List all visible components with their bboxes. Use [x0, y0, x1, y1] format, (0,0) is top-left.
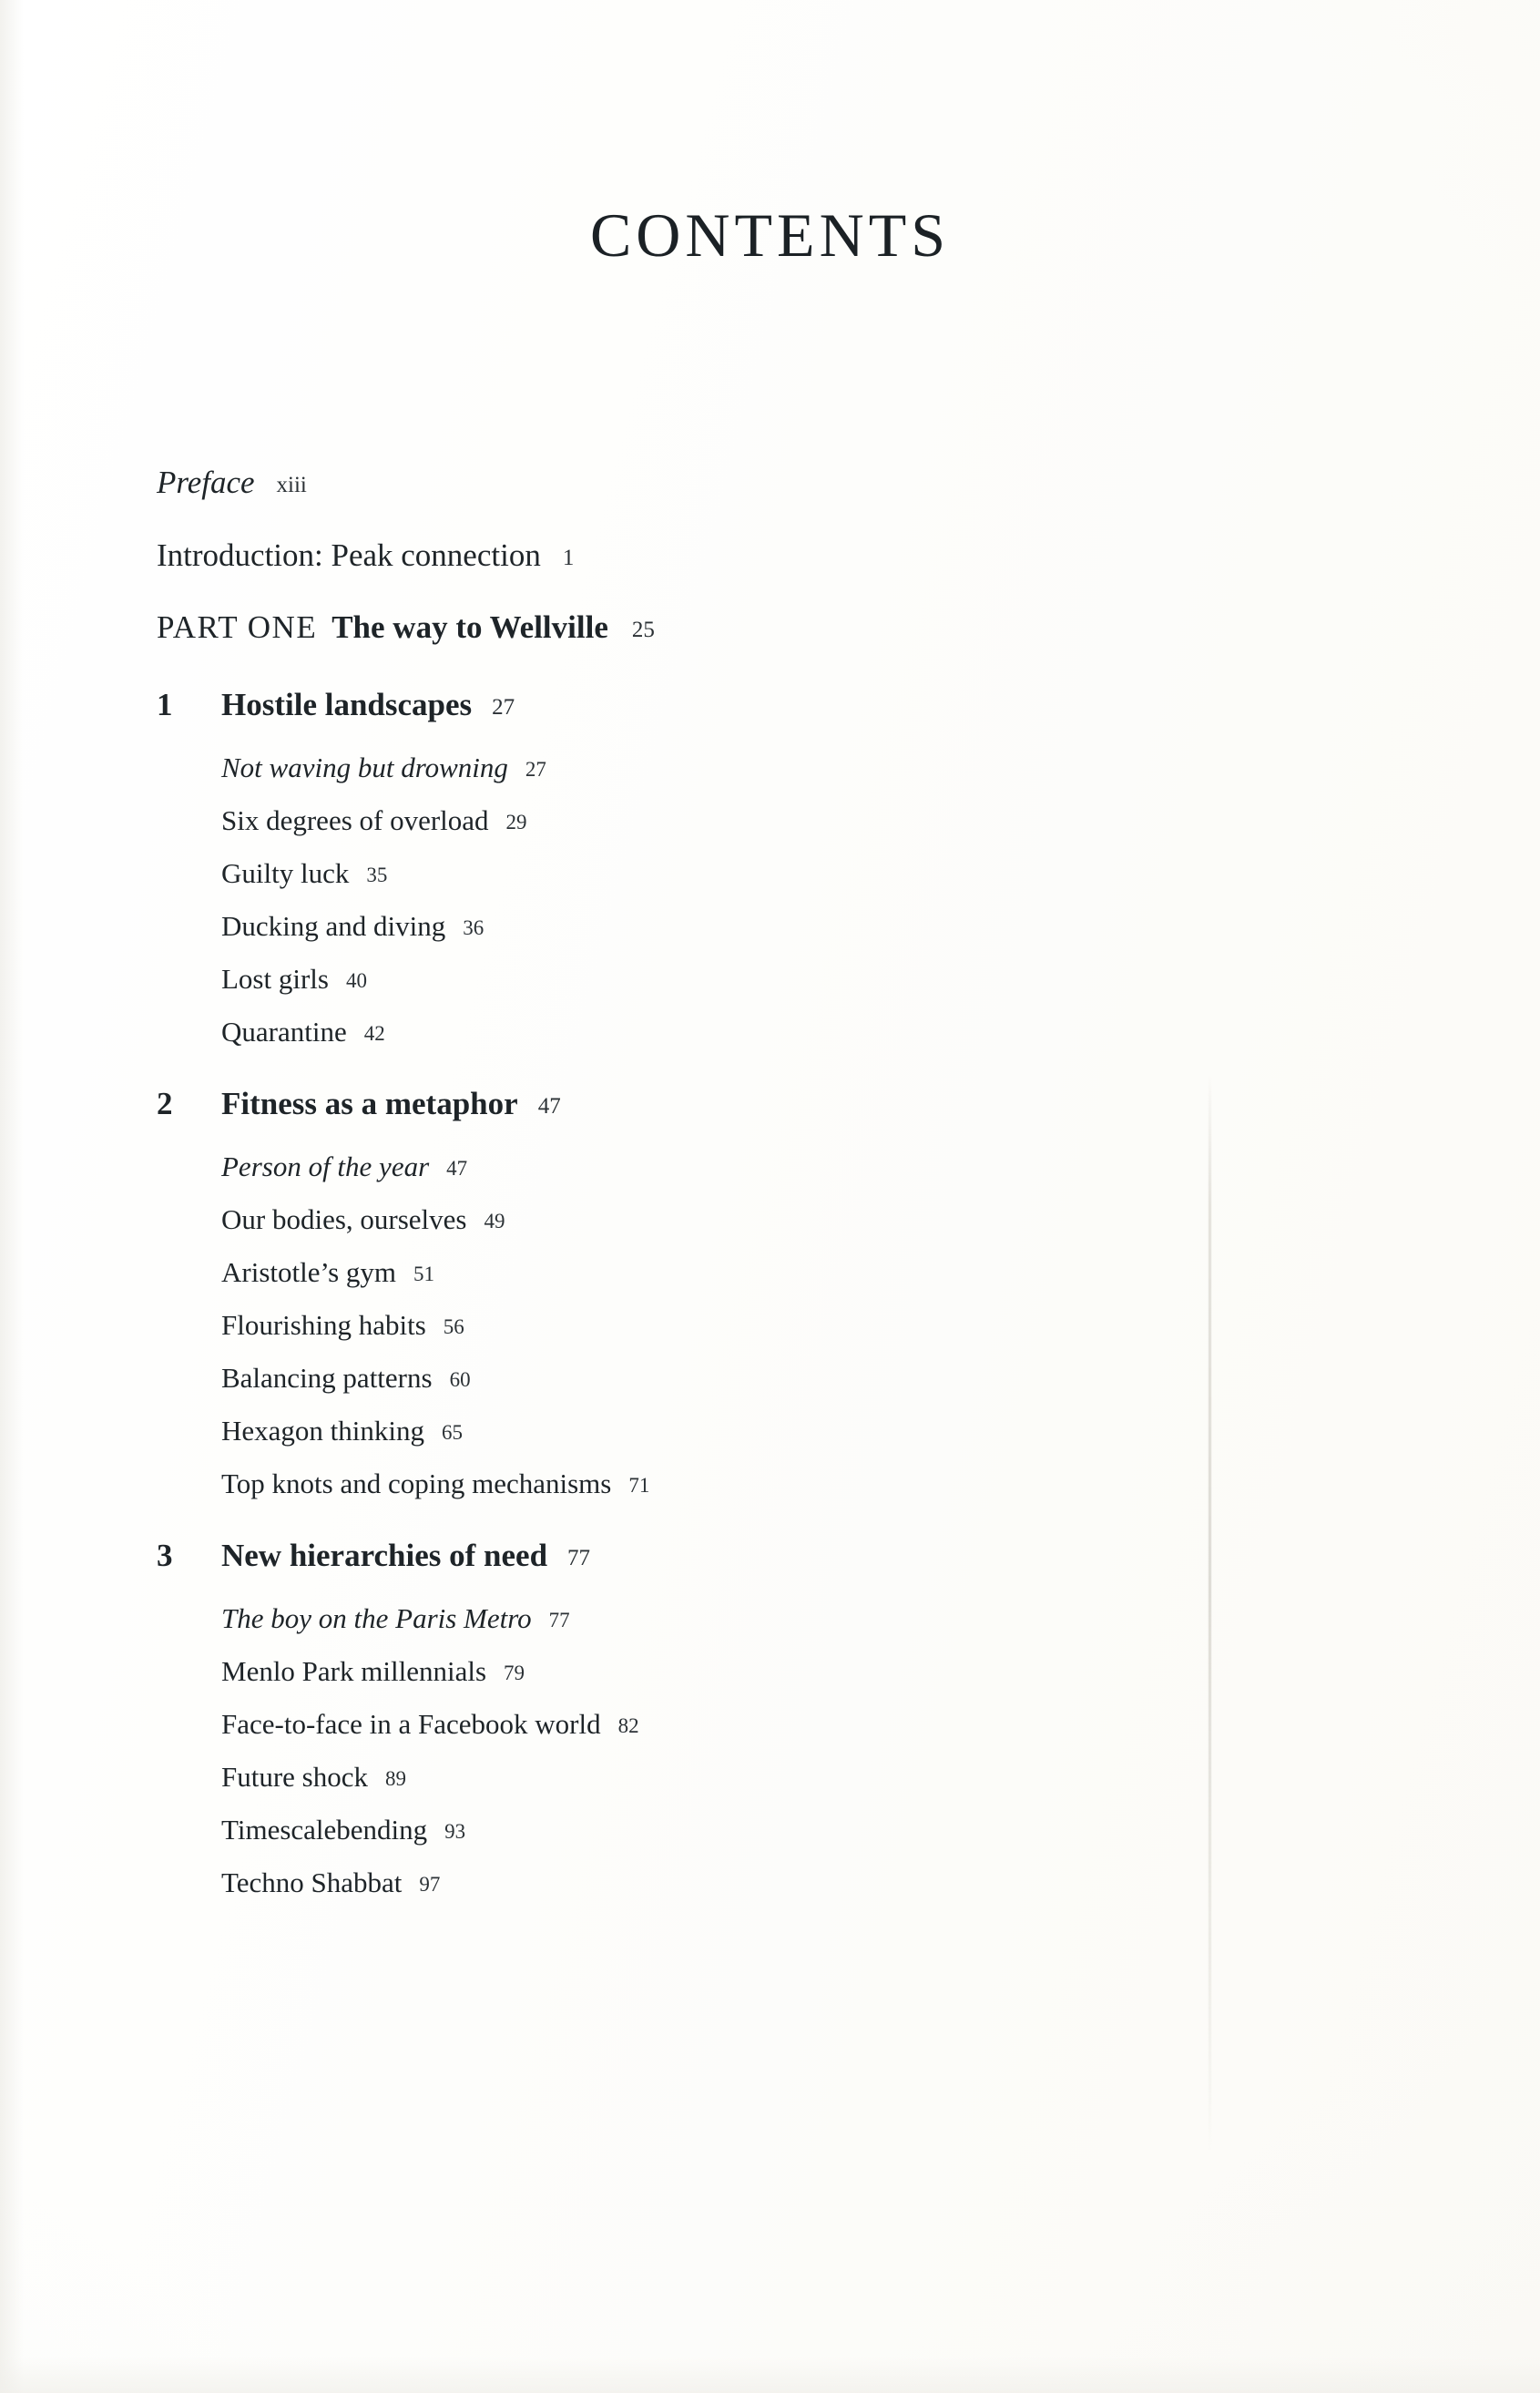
section-page-number: 27 — [525, 758, 546, 781]
section-entry[interactable]: Face-to-face in a Facebook world 82 — [221, 1710, 1377, 1738]
section-entry[interactable]: Hexagon thinking 65 — [221, 1416, 1377, 1445]
section-label: Person of the year — [221, 1150, 430, 1182]
chapter-title: New hierarchies of need — [221, 1538, 548, 1573]
section-page-number: 42 — [363, 1022, 385, 1045]
section-entry[interactable]: Quarantine 42 — [221, 1018, 1377, 1046]
part-label: PART ONE — [157, 609, 318, 645]
section-page-number: 29 — [505, 811, 527, 833]
section-label: Future shock — [221, 1761, 369, 1793]
section-list: Not waving but drowning 27 Six degrees of … — [157, 753, 1377, 1046]
section-label: Our bodies, ourselves — [221, 1203, 467, 1235]
section-label: Timescalebending — [221, 1814, 428, 1846]
section-label: Guilty luck — [221, 857, 350, 889]
chapter-title: Fitness as a metaphor — [221, 1086, 518, 1121]
chapter-number: 1 — [157, 687, 173, 722]
section-entry[interactable]: Flourishing habits 56 — [221, 1311, 1377, 1339]
chapter-page-number: 77 — [567, 1546, 591, 1570]
section-label: Hexagon thinking — [221, 1415, 424, 1447]
section-label: Aristotle’s gym — [221, 1256, 397, 1288]
section-page-number: 97 — [419, 1873, 441, 1896]
front-matter-entry[interactable]: Introduction: Peak connection 1 — [157, 539, 1377, 571]
section-entry[interactable]: Guilty luck 35 — [221, 859, 1377, 887]
section-page-number: 79 — [504, 1662, 525, 1684]
section-page-number: 82 — [617, 1714, 639, 1737]
front-matter-list: Preface xiii Introduction: Peak connection… — [157, 466, 1377, 571]
section-page-number: 60 — [449, 1368, 471, 1391]
section-entry[interactable]: Future shock 89 — [221, 1763, 1377, 1791]
chapter-entry[interactable]: 2 Fitness as a metaphor 47 — [157, 1088, 1377, 1120]
front-matter-label: Introduction: Peak connection — [157, 537, 541, 573]
chapter-page-number: 27 — [492, 695, 515, 720]
section-entry[interactable]: Balancing patterns 60 — [221, 1364, 1377, 1392]
section-page-number: 36 — [463, 916, 484, 939]
section-entry[interactable]: The boy on the Paris Metro 77 — [221, 1604, 1377, 1632]
section-label: Balancing patterns — [221, 1362, 433, 1394]
section-entry[interactable]: Timescalebending 93 — [221, 1815, 1377, 1844]
section-page-number: 89 — [385, 1767, 407, 1790]
section-label: Not waving but drowning — [221, 752, 508, 783]
chapter-entry[interactable]: 1 Hostile landscapes 27 — [157, 689, 1377, 721]
chapter-entry[interactable]: 3 New hierarchies of need 77 — [157, 1539, 1377, 1571]
part-title: The way to Wellville — [331, 609, 608, 645]
section-entry[interactable]: Lost girls 40 — [221, 965, 1377, 993]
section-label: Lost girls — [221, 963, 329, 995]
section-label: The boy on the Paris Metro — [221, 1602, 532, 1634]
page-title: CONTENTS — [589, 199, 951, 270]
section-page-number: 47 — [446, 1157, 468, 1180]
front-matter-label: Preface — [157, 465, 255, 500]
part-page-number: 25 — [631, 618, 655, 642]
section-entry[interactable]: Menlo Park millennials 79 — [221, 1657, 1377, 1685]
chapter-group: 3 New hierarchies of need 77 The boy on the… — [157, 1539, 1377, 1897]
chapter-page-number: 47 — [537, 1094, 561, 1119]
section-label: Menlo Park millennials — [221, 1655, 487, 1687]
section-entry[interactable]: Aristotle’s gym 51 — [221, 1258, 1377, 1286]
section-list: The boy on the Paris Metro 77 Menlo Park m… — [157, 1604, 1377, 1897]
section-label: Top knots and coping mechanisms — [221, 1468, 612, 1499]
section-page-number: 77 — [548, 1609, 570, 1631]
chapter-number: 2 — [157, 1086, 173, 1121]
front-matter-page-number: xiii — [276, 473, 307, 497]
chapter-number: 3 — [157, 1538, 173, 1573]
chapter-group: 2 Fitness as a metaphor 47 Person of the ye… — [157, 1088, 1377, 1498]
scan-edge-shadow-bottom — [0, 2357, 1540, 2393]
scan-edge-shadow-left — [0, 0, 24, 2393]
table-of-contents: Preface xiii Introduction: Peak connection… — [157, 466, 1377, 1897]
section-list: Person of the year 47 Our bodies, ourselve… — [157, 1152, 1377, 1498]
book-contents-page: CONTENTS Preface xiii Introduction: Peak c… — [0, 0, 1540, 2393]
front-matter-page-number: 1 — [562, 546, 575, 570]
section-label: Six degrees of overload — [221, 804, 489, 836]
section-label: Techno Shabbat — [221, 1866, 403, 1898]
section-page-number: 71 — [628, 1474, 650, 1497]
section-page-number: 56 — [443, 1315, 464, 1338]
section-entry[interactable]: Techno Shabbat 97 — [221, 1868, 1377, 1897]
section-page-number: 49 — [484, 1210, 505, 1232]
section-entry[interactable]: Person of the year 47 — [221, 1152, 1377, 1181]
section-label: Flourishing habits — [221, 1309, 426, 1341]
section-entry[interactable]: Top knots and coping mechanisms 71 — [221, 1469, 1377, 1498]
section-label: Face-to-face in a Facebook world — [221, 1708, 601, 1740]
section-entry[interactable]: Six degrees of overload 29 — [221, 806, 1377, 834]
section-page-number: 40 — [345, 969, 367, 992]
section-label: Ducking and diving — [221, 910, 446, 942]
section-entry[interactable]: Ducking and diving 36 — [221, 912, 1377, 940]
chapter-list: 1 Hostile landscapes 27 Not waving but drow… — [157, 689, 1377, 1897]
section-entry[interactable]: Our bodies, ourselves 49 — [221, 1205, 1377, 1233]
section-entry[interactable]: Not waving but drowning 27 — [221, 753, 1377, 782]
section-page-number: 93 — [444, 1820, 466, 1843]
part-one-entry[interactable]: PART ONE The way to Wellville 25 — [157, 611, 1377, 643]
front-matter-entry[interactable]: Preface xiii — [157, 466, 1377, 498]
section-page-number: 51 — [413, 1263, 435, 1285]
chapter-title: Hostile landscapes — [221, 687, 473, 722]
section-page-number: 65 — [442, 1421, 463, 1444]
section-page-number: 35 — [366, 864, 388, 886]
section-label: Quarantine — [221, 1016, 347, 1048]
chapter-group: 1 Hostile landscapes 27 Not waving but drow… — [157, 689, 1377, 1046]
